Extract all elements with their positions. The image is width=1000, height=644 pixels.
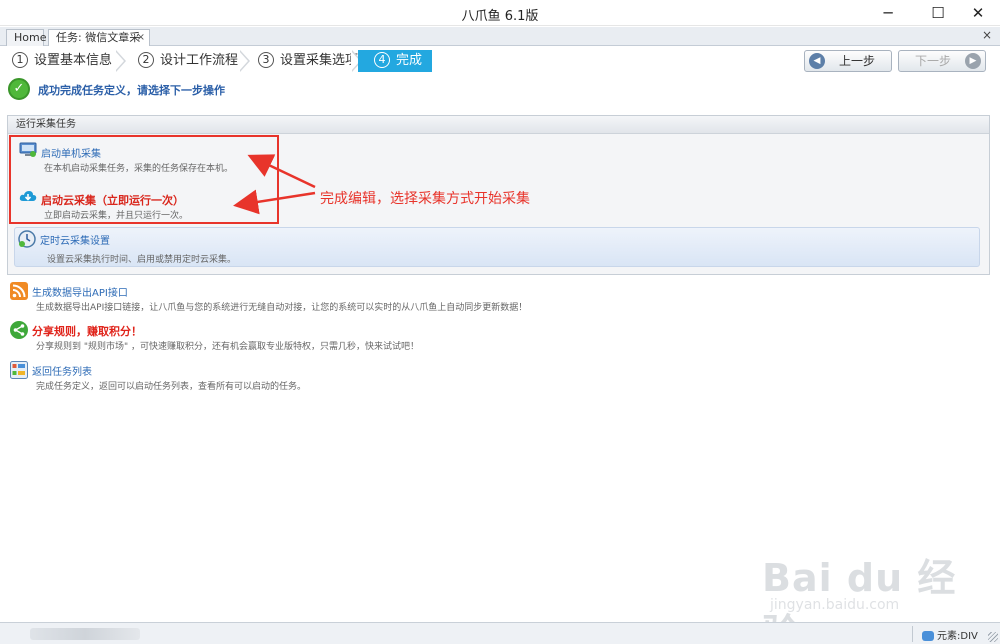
option-scheduled-cloud[interactable]: 定时云采集设置 设置云采集执行时间、启用或禁用定时云采集。 [14, 227, 980, 267]
status-element: 元素:DIV [922, 627, 978, 642]
item-back-to-list[interactable]: 返回任务列表 完成任务定义，返回可以启动任务列表，查看所有可以启动的任务。 [10, 361, 810, 392]
step-collect-options[interactable]: 3 设置采集选项 [258, 50, 359, 72]
item-desc: 分享规则到 "规则市场" ，可快速赚取积分，还有机会赢取专业版特权，只需几秒，快… [36, 342, 420, 352]
item-title: 生成数据导出API接口 [32, 288, 128, 299]
status-blurred-text [30, 628, 140, 640]
step-number: 3 [258, 51, 274, 68]
item-desc: 生成数据导出API接口链接，让八爪鱼与您的系统进行无缝自动对接，让您的系统可以实… [36, 303, 528, 313]
task-list-icon [10, 361, 28, 379]
rss-icon [10, 282, 28, 300]
resize-grip-icon[interactable] [988, 632, 998, 642]
share-icon [10, 321, 28, 339]
minimize-button[interactable]: ─ [866, 0, 910, 26]
status-divider [912, 626, 913, 642]
title-bar: 八爪鱼 6.1版 ─ ☐ ✕ [0, 0, 1000, 26]
tab-task[interactable]: 任务: 微信文章采集 × [48, 29, 150, 60]
watermark-url: jingyan.baidu.com [770, 597, 900, 613]
close-window-button[interactable]: ✕ [956, 0, 1000, 26]
baidu-watermark: Bai du 经验 jingyan.baidu.com [762, 545, 962, 644]
run-panel-header: 运行采集任务 [8, 116, 989, 134]
maximize-button[interactable]: ☐ [916, 0, 960, 26]
step-separator-icon [239, 50, 250, 72]
clock-icon [18, 230, 36, 248]
success-message: 成功完成任务定义，请选择下一步操作 [38, 84, 225, 97]
tab-bar: Home 任务: 微信文章采集 × × [0, 27, 1000, 60]
tab-close-icon[interactable]: × [137, 30, 145, 46]
item-api-export[interactable]: 生成数据导出API接口 生成数据导出API接口链接，让八爪鱼与您的系统进行无缝自… [10, 282, 810, 313]
chevron-right-icon: ▶ [965, 53, 981, 69]
tab-home-label: Home [14, 31, 47, 44]
chevron-left-icon: ◀ [809, 53, 825, 69]
step-design-workflow[interactable]: 2 设计工作流程 [138, 50, 239, 72]
option-desc: 设置云采集执行时间、启用或禁用定时云采集。 [47, 255, 237, 265]
step-number: 1 [12, 51, 28, 68]
tab-home[interactable]: Home [6, 29, 47, 46]
check-icon: ✓ [8, 78, 30, 100]
option-title: 定时云采集设置 [40, 236, 110, 247]
prev-step-button[interactable]: ◀ 上一步 [804, 50, 892, 72]
next-step-button[interactable]: 下一步 ▶ [898, 50, 986, 72]
step-number: 4 [374, 51, 390, 68]
item-title: 分享规则，赚取积分！ [32, 325, 142, 338]
status-element-label: 元素:DIV [937, 631, 978, 642]
step-separator-icon [115, 50, 126, 72]
step-label: 完成 [396, 53, 423, 68]
step-label: 设计工作流程 [160, 53, 239, 68]
item-desc: 完成任务定义，返回可以启动任务列表，查看所有可以启动的任务。 [36, 382, 307, 392]
item-share-rules[interactable]: 分享规则，赚取积分！ 分享规则到 "规则市场" ，可快速赚取积分，还有机会赢取专… [10, 321, 810, 352]
step-label: 设置采集选项 [280, 53, 359, 68]
status-bar: 元素:DIV [0, 622, 1000, 644]
close-all-tabs-icon[interactable]: × [982, 28, 992, 42]
step-number: 2 [138, 51, 154, 68]
step-label: 设置基本信息 [34, 53, 113, 68]
prev-step-label: 上一步 [838, 54, 875, 68]
step-finish[interactable]: 4 完成 [358, 50, 432, 72]
next-step-label: 下一步 [914, 54, 951, 68]
chat-icon [922, 631, 934, 641]
annotation-box [9, 135, 279, 224]
item-title: 返回任务列表 [32, 367, 92, 378]
window-title: 八爪鱼 6.1版 [461, 9, 539, 24]
step-basic-info[interactable]: 1 设置基本信息 [12, 50, 113, 72]
annotation-text: 完成编辑，选择采集方式开始采集 [320, 191, 530, 207]
